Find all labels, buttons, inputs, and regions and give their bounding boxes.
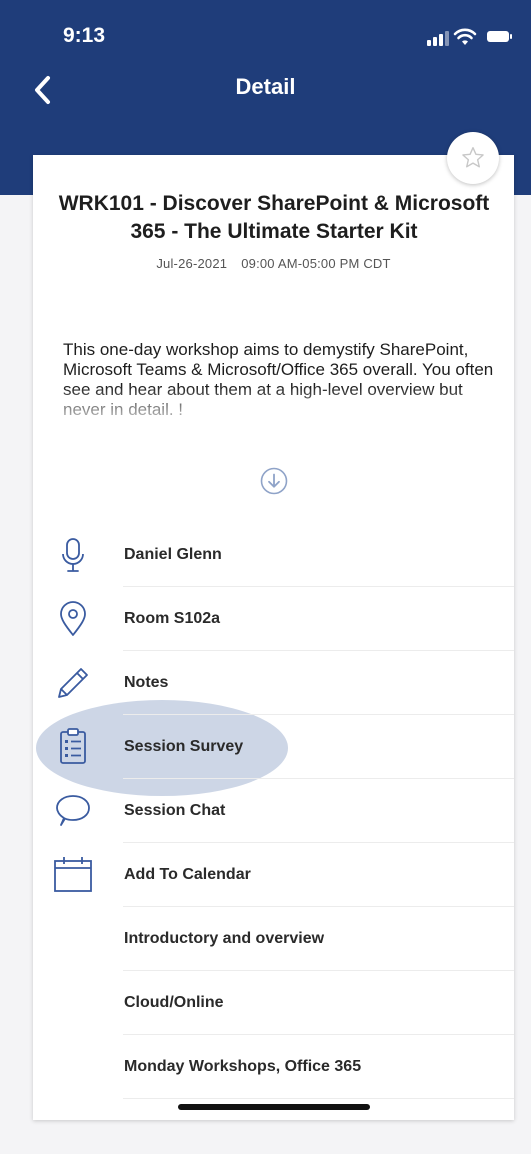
chat-bubble-icon: [56, 795, 90, 826]
survey-row[interactable]: Session Survey: [33, 715, 514, 779]
star-icon: [462, 147, 484, 168]
calendar-row[interactable]: Add To Calendar: [33, 843, 514, 907]
tags-label: Monday Workshops, Office 365: [124, 1058, 362, 1075]
home-indicator[interactable]: [178, 1104, 370, 1110]
app-screen: 9:13 Detail WRK101 - Discover SharePoint…: [0, 0, 531, 1154]
page-title: Detail: [235, 74, 296, 99]
location-pin-icon: [60, 601, 86, 636]
speaker-label: Daniel Glenn: [124, 546, 222, 563]
wifi-icon: [453, 28, 477, 45]
calendar-icon: [54, 857, 92, 892]
notes-row[interactable]: Notes: [33, 651, 514, 715]
session-title: WRK101 - Discover SharePoint & Microsoft…: [58, 192, 490, 243]
calendar-label: Add To Calendar: [124, 866, 251, 883]
notes-label: Notes: [124, 674, 169, 691]
track-row: Introductory and overview: [33, 907, 514, 971]
format-row: Cloud/Online: [33, 971, 514, 1035]
tags-row: Monday Workshops, Office 365: [33, 1035, 514, 1099]
survey-label: Session Survey: [124, 738, 244, 755]
session-hours: 09:00 AM-05:00 PM CDT: [241, 256, 391, 271]
pencil-icon: [58, 668, 88, 698]
room-label: Room S102a: [124, 610, 221, 627]
expand-description-button[interactable]: [259, 466, 289, 496]
battery-icon: [487, 31, 512, 42]
status-icons: [415, 28, 512, 46]
session-date: Jul-26-2021: [156, 256, 228, 271]
status-time: 9:13: [63, 24, 106, 47]
track-label: Introductory and overview: [124, 930, 325, 947]
session-datetime: Jul-26-2021 09:00 AM-05:00 PM CDT: [33, 256, 514, 271]
format-label: Cloud/Online: [124, 994, 224, 1011]
favorite-button[interactable]: [447, 132, 499, 184]
chat-row[interactable]: Session Chat: [33, 779, 514, 843]
room-row[interactable]: Room S102a: [33, 587, 514, 651]
speaker-row[interactable]: Daniel Glenn: [33, 523, 514, 587]
chat-label: Session Chat: [124, 802, 226, 819]
description-fade: [40, 386, 510, 436]
microphone-icon: [62, 538, 84, 572]
clipboard-icon: [60, 728, 86, 764]
